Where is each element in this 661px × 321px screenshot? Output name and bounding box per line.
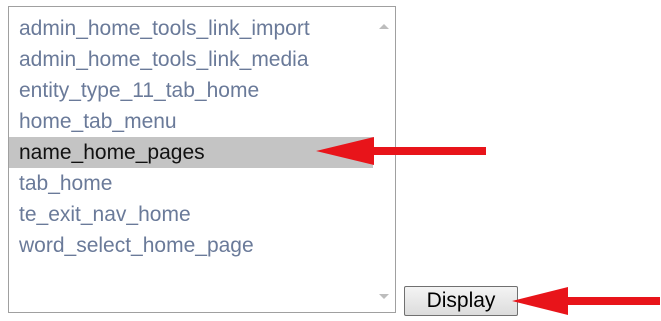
red-arrow-shape: [316, 137, 486, 165]
list-item[interactable]: te_exit_nav_home: [9, 199, 373, 230]
list-item[interactable]: word_select_home_page: [9, 230, 373, 261]
stage: admin_home_tools_link_import admin_home_…: [0, 0, 661, 321]
scroll-up-arrow-icon[interactable]: [379, 24, 389, 29]
scroll-down-arrow-icon[interactable]: [379, 294, 389, 299]
list-item[interactable]: admin_home_tools_link_import: [9, 13, 373, 44]
red-arrow-shape: [512, 287, 660, 315]
list-item[interactable]: entity_type_11_tab_home: [9, 75, 373, 106]
display-button[interactable]: Display: [404, 286, 518, 316]
list-item[interactable]: home_tab_menu: [9, 106, 373, 137]
list-item[interactable]: tab_home: [9, 168, 373, 199]
red-arrow-icon: [316, 137, 486, 165]
list-item[interactable]: admin_home_tools_link_media: [9, 44, 373, 75]
red-arrow-icon: [512, 287, 660, 315]
